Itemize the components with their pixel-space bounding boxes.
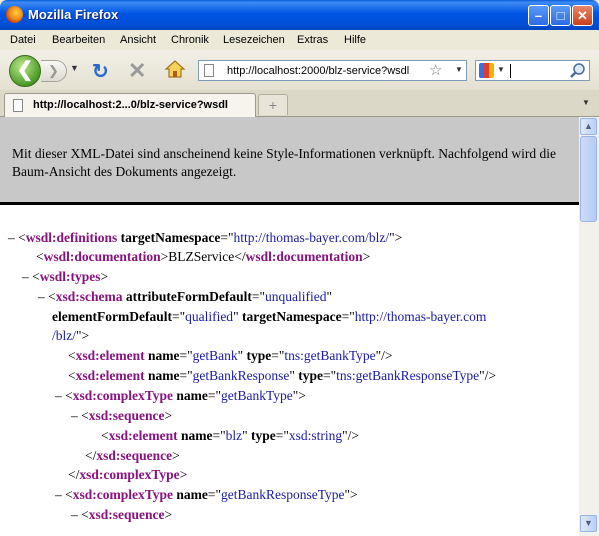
vertical-scrollbar[interactable]: ▲ ▼ [579, 117, 599, 536]
tree-line-complextype-getbanktype: – <xsd:complexType name="getBankType"> [55, 388, 306, 403]
tree-line-schema-attrs-cont: /blz/"> [52, 328, 90, 343]
page-icon [204, 64, 214, 77]
tree-line-documentation: <wsdl:documentation>BLZService</wsdl:doc… [36, 249, 371, 264]
tree-line-sequence-2: – <xsd:sequence> [71, 507, 173, 522]
menu-lesezeichen[interactable]: Lesezeichen [223, 34, 285, 46]
bookmark-star-icon[interactable]: ☆ [429, 61, 442, 79]
url-text[interactable]: http://localhost:2000/blz-service?wsdl [227, 65, 409, 77]
navigation-toolbar: ❮ ❯ ▼ ↻ ✕ http://localhost:2000/blz-serv… [0, 50, 599, 91]
page-icon [13, 99, 23, 112]
tree-line-sequence-1: – <xsd:sequence> [71, 408, 173, 423]
menu-extras[interactable]: Extras [297, 34, 328, 46]
close-button[interactable]: ✕ [572, 5, 593, 26]
tree-line-types: – <wsdl:types> [22, 269, 109, 284]
url-dropdown-icon[interactable]: ▼ [455, 65, 463, 74]
scroll-up-button[interactable]: ▲ [580, 118, 597, 135]
firefox-logo-icon [6, 6, 23, 23]
style-info-message: Mit dieser XML-Datei sind anscheinend ke… [12, 146, 556, 179]
tree-line-sequence-1-close: </xsd:sequence> [85, 448, 180, 463]
tree-line-element-getbank: <xsd:element name="getBank" type="tns:ge… [68, 348, 393, 363]
tree-line-schema-attrs: elementFormDefault="qualified" targetNam… [52, 309, 487, 324]
menu-datei[interactable]: Datei [10, 34, 36, 46]
menu-chronik[interactable]: Chronik [171, 34, 209, 46]
menu-ansicht[interactable]: Ansicht [120, 34, 156, 46]
collapse-toggle[interactable]: – [8, 230, 15, 245]
tab-strip: http://localhost:2...0/blz-service?wsdl … [0, 90, 599, 117]
back-button[interactable]: ❮ [9, 55, 41, 87]
history-dropdown-icon[interactable]: ▼ [70, 63, 79, 73]
collapse-toggle[interactable]: – [71, 408, 78, 423]
style-info-box: Mit dieser XML-Datei sind anscheinend ke… [0, 117, 579, 205]
menu-hilfe[interactable]: Hilfe [344, 34, 366, 46]
collapse-toggle[interactable]: – [71, 507, 78, 522]
new-tab-button[interactable]: + [258, 94, 288, 115]
forward-button[interactable]: ❯ [41, 60, 67, 82]
stop-icon[interactable]: ✕ [128, 58, 146, 84]
search-bar[interactable]: ▼ [475, 60, 590, 81]
tree-line-complextype-close: </xsd:complexType> [68, 467, 188, 482]
home-icon[interactable] [164, 59, 186, 79]
tab-list-dropdown-icon[interactable]: ▼ [582, 98, 590, 107]
window-title: Mozilla Firefox [28, 7, 119, 22]
minimize-button[interactable]: – [528, 5, 549, 26]
tab-label: http://localhost:2...0/blz-service?wsdl [33, 99, 228, 111]
google-search-engine-icon[interactable] [479, 63, 494, 78]
search-icon[interactable] [569, 62, 587, 80]
tab-blz-service[interactable]: http://localhost:2...0/blz-service?wsdl [4, 93, 256, 117]
tree-line-schema: – <xsd:schema attributeFormDefault="unqu… [38, 289, 332, 304]
tree-line-element-getbankresponse: <xsd:element name="getBankResponse" type… [68, 368, 497, 383]
collapse-toggle[interactable]: – [55, 388, 62, 403]
scrollbar-thumb[interactable] [580, 136, 597, 222]
menu-bar: Datei Bearbeiten Ansicht Chronik Lesezei… [0, 30, 599, 50]
tree-line-element-blz: <xsd:element name="blz" type="xsd:string… [101, 428, 360, 443]
maximize-button[interactable]: □ [550, 5, 571, 26]
page-content: Mit dieser XML-Datei sind anscheinend ke… [0, 117, 579, 536]
tree-line-complextype-getbankresponsetype: – <xsd:complexType name="getBankResponse… [55, 487, 358, 502]
collapse-toggle[interactable]: – [38, 289, 45, 304]
collapse-toggle[interactable]: – [55, 487, 62, 502]
tree-line-definitions: – <wsdl:definitions targetNamespace="htt… [8, 230, 403, 245]
title-bar: Mozilla Firefox – □ ✕ [0, 0, 599, 30]
collapse-toggle[interactable]: – [22, 269, 29, 284]
search-engine-dropdown-icon[interactable]: ▼ [497, 65, 505, 74]
scroll-down-button[interactable]: ▼ [580, 515, 597, 532]
search-input[interactable] [510, 64, 511, 78]
url-bar[interactable]: http://localhost:2000/blz-service?wsdl ☆… [198, 60, 467, 81]
reload-icon[interactable]: ↻ [92, 59, 109, 84]
menu-bearbeiten[interactable]: Bearbeiten [52, 34, 105, 46]
